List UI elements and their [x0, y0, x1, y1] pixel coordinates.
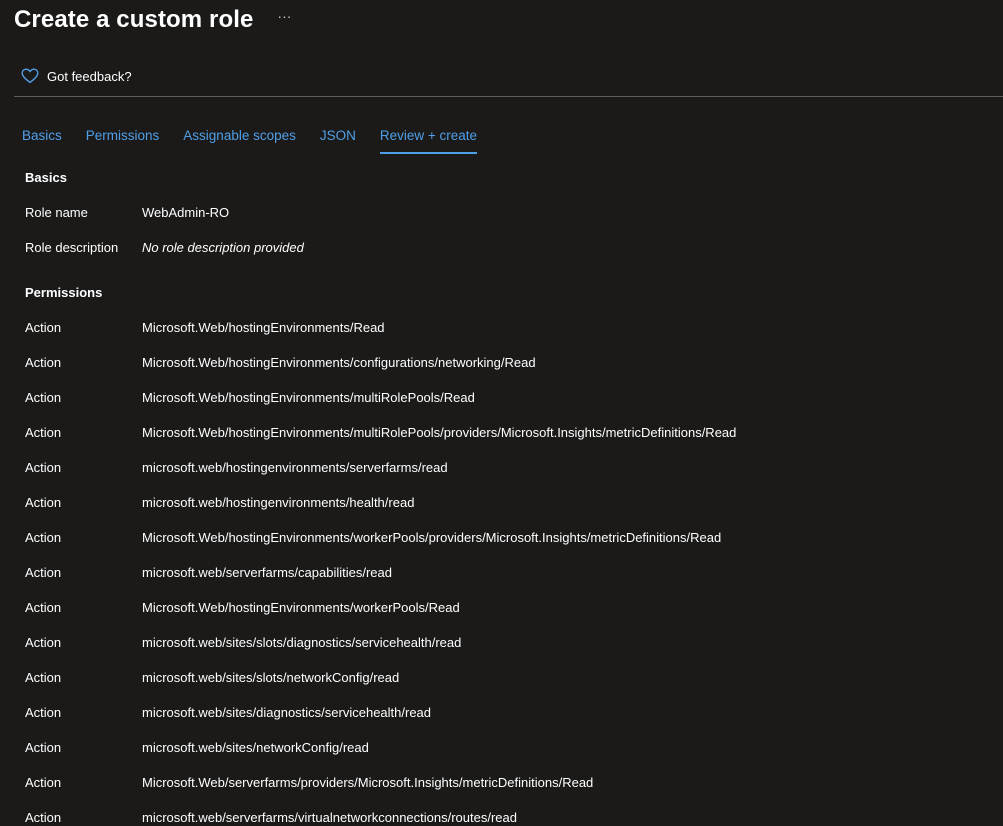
command-bar: Got feedback?: [14, 62, 1003, 97]
permission-type: Action: [25, 669, 62, 685]
permission-action: microsoft.web/hostingenvironments/server…: [142, 459, 448, 475]
permission-type: Action: [25, 599, 62, 615]
permission-action: microsoft.web/sites/networkConfig/read: [142, 739, 369, 755]
basics-heading: Basics: [25, 170, 67, 185]
permission-type: Action: [25, 564, 62, 580]
permission-type: Action: [25, 634, 62, 650]
wizard-tabs: Basics Permissions Assignable scopes JSO…: [22, 126, 501, 154]
permission-row: Action microsoft.web/sites/slots/diagnos…: [25, 632, 985, 652]
permission-row: Action microsoft.web/hostingenvironments…: [25, 492, 985, 512]
tab-permissions[interactable]: Permissions: [86, 126, 160, 154]
permission-action: Microsoft.Web/hostingEnvironments/config…: [142, 354, 536, 370]
heart-icon: [21, 68, 39, 84]
permission-row: Action Microsoft.Web/serverfarms/provide…: [25, 772, 985, 792]
more-options-button[interactable]: ···: [277, 0, 291, 32]
permission-row: Action Microsoft.Web/hostingEnvironments…: [25, 422, 985, 442]
title-bar: Create a custom role ···: [14, 4, 291, 36]
permission-action: Microsoft.Web/hostingEnvironments/multiR…: [142, 424, 737, 440]
tab-json[interactable]: JSON: [320, 126, 356, 154]
permission-action: microsoft.web/serverfarms/virtualnetwork…: [142, 809, 517, 825]
permission-row: Action microsoft.web/serverfarms/virtual…: [25, 807, 985, 826]
permissions-heading: Permissions: [25, 285, 103, 300]
role-name-row: Role name WebAdmin-RO: [25, 202, 985, 222]
feedback-label: Got feedback?: [47, 68, 132, 84]
permission-row: Action microsoft.web/hostingenvironments…: [25, 457, 985, 477]
page-title: Create a custom role: [14, 6, 254, 33]
permission-action: Microsoft.Web/hostingEnvironments/worker…: [142, 599, 460, 615]
permission-row: Action Microsoft.Web/hostingEnvironments…: [25, 317, 985, 337]
tab-review-create[interactable]: Review + create: [379, 126, 478, 154]
role-name-label: Role name: [25, 204, 88, 220]
permission-type: Action: [25, 704, 62, 720]
permission-row: Action Microsoft.Web/hostingEnvironments…: [25, 597, 985, 617]
permission-row: Action Microsoft.Web/hostingEnvironments…: [25, 527, 985, 547]
feedback-button[interactable]: Got feedback?: [21, 68, 132, 84]
permission-row: Action Microsoft.Web/hostingEnvironments…: [25, 387, 985, 407]
permission-type: Action: [25, 319, 62, 335]
permission-action: Microsoft.Web/hostingEnvironments/Read: [142, 319, 385, 335]
role-description-label: Role description: [25, 239, 119, 255]
permission-action: microsoft.web/sites/diagnostics/serviceh…: [142, 704, 432, 720]
permission-action: Microsoft.Web/hostingEnvironments/worker…: [142, 529, 722, 545]
role-description-row: Role description No role description pro…: [25, 237, 985, 257]
permission-type: Action: [25, 529, 62, 545]
permission-type: Action: [25, 809, 62, 825]
permission-action: microsoft.web/hostingenvironments/health…: [142, 494, 415, 510]
tab-basics[interactable]: Basics: [22, 126, 62, 154]
permission-type: Action: [25, 774, 62, 790]
permission-type: Action: [25, 739, 62, 755]
permission-type: Action: [25, 389, 62, 405]
permission-action: microsoft.web/serverfarms/capabilities/r…: [142, 564, 392, 580]
review-create-page: Create a custom role ··· Got feedback? B…: [0, 0, 1003, 826]
permission-action: Microsoft.Web/serverfarms/providers/Micr…: [142, 774, 594, 790]
permission-row: Action microsoft.web/sites/networkConfig…: [25, 737, 985, 757]
permission-type: Action: [25, 494, 62, 510]
role-description-value: No role description provided: [142, 239, 304, 255]
permission-row: Action microsoft.web/sites/diagnostics/s…: [25, 702, 985, 722]
permission-action: microsoft.web/sites/slots/diagnostics/se…: [142, 634, 462, 650]
tab-assignable-scopes[interactable]: Assignable scopes: [183, 126, 296, 154]
permission-row: Action Microsoft.Web/hostingEnvironments…: [25, 352, 985, 372]
permission-type: Action: [25, 354, 62, 370]
role-name-value: WebAdmin-RO: [142, 204, 230, 220]
permission-row: Action microsoft.web/sites/slots/network…: [25, 667, 985, 687]
permission-type: Action: [25, 424, 62, 440]
permission-action: microsoft.web/sites/slots/networkConfig/…: [142, 669, 400, 685]
permission-row: Action microsoft.web/serverfarms/capabil…: [25, 562, 985, 582]
permission-type: Action: [25, 459, 62, 475]
permission-action: Microsoft.Web/hostingEnvironments/multiR…: [142, 389, 475, 405]
